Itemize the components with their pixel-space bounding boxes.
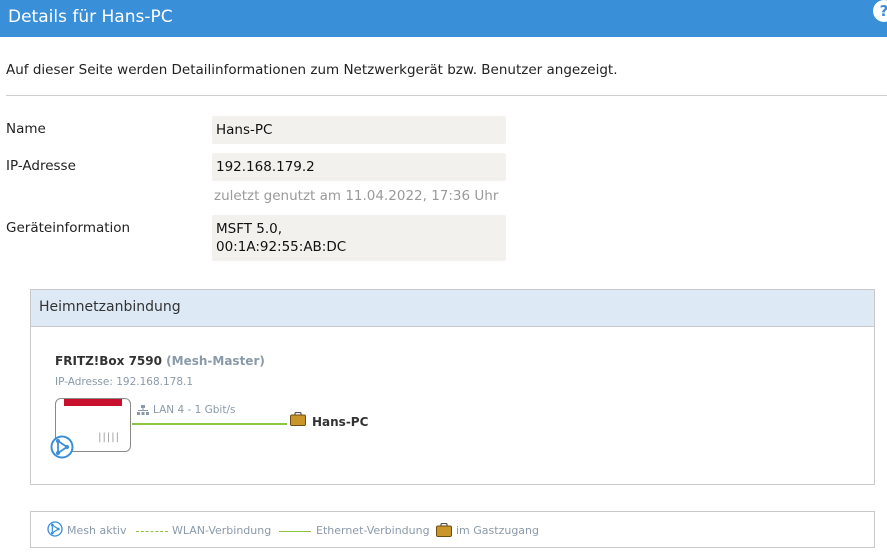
legend-bar: Mesh aktiv WLAN-Verbindung Ethernet-Verb… bbox=[30, 511, 875, 548]
ip-value-text: 192.168.179.2 bbox=[216, 159, 315, 175]
router-model: FRITZ!Box 7590 bbox=[55, 354, 162, 368]
divider bbox=[6, 95, 887, 96]
home-network-panel: Heimnetzanbindung FRITZ!Box 7590 (Mesh-M… bbox=[30, 289, 875, 485]
lan-link-text: LAN 4 - 1 Gbit/s bbox=[153, 404, 236, 416]
device-info-value: MSFT 5.0, 00:1A:92:55:AB:DC bbox=[212, 215, 506, 261]
ethernet-link-line bbox=[132, 423, 287, 425]
router-name: FRITZ!Box 7590 (Mesh-Master) bbox=[55, 354, 265, 368]
device-info-line-2: 00:1A:92:55:AB:DC bbox=[216, 239, 347, 255]
mesh-icon bbox=[47, 521, 63, 537]
name-label: Name bbox=[6, 121, 46, 137]
legend-guest: im Gastzugang bbox=[456, 524, 539, 537]
help-icon[interactable]: ? bbox=[873, 0, 887, 22]
legend-mesh: Mesh aktiv bbox=[67, 524, 127, 537]
device-info-label: Geräteinformation bbox=[6, 220, 131, 236]
guest-briefcase-icon bbox=[290, 412, 306, 426]
ip-label: IP-Adresse bbox=[6, 158, 76, 174]
name-value-text: Hans-PC bbox=[216, 122, 273, 138]
router-vents: ||||| bbox=[98, 432, 120, 443]
device-info-line-1: MSFT 5.0, bbox=[216, 221, 283, 237]
guest-briefcase-icon bbox=[436, 523, 452, 537]
intro-text: Auf dieser Seite werden Detailinformatio… bbox=[6, 62, 618, 78]
last-used-hint: zuletzt genutzt am 11.04.2022, 17:36 Uhr bbox=[214, 188, 499, 204]
router-role: (Mesh-Master) bbox=[166, 354, 265, 368]
ip-value: 192.168.179.2 bbox=[212, 153, 506, 181]
router-ip: IP-Adresse: 192.168.178.1 bbox=[55, 376, 194, 388]
legend-ethernet: Ethernet-Verbindung bbox=[316, 524, 430, 537]
device-name[interactable]: Hans-PC bbox=[312, 415, 368, 429]
window-title: Details für Hans-PC bbox=[8, 7, 173, 27]
panel-title: Heimnetzanbindung bbox=[39, 299, 181, 315]
legend-ethernet-line bbox=[279, 531, 311, 532]
name-value: Hans-PC bbox=[212, 116, 506, 144]
legend-wlan-line bbox=[136, 531, 168, 532]
lan-icon bbox=[137, 405, 149, 415]
lan-link-label: LAN 4 - 1 Gbit/s bbox=[137, 404, 235, 416]
panel-header: Heimnetzanbindung bbox=[31, 290, 874, 327]
title-bar: Details für Hans-PC ? bbox=[0, 0, 887, 37]
mesh-icon bbox=[50, 435, 74, 459]
legend-wlan: WLAN-Verbindung bbox=[172, 524, 272, 537]
router-accent-bar bbox=[64, 399, 122, 406]
